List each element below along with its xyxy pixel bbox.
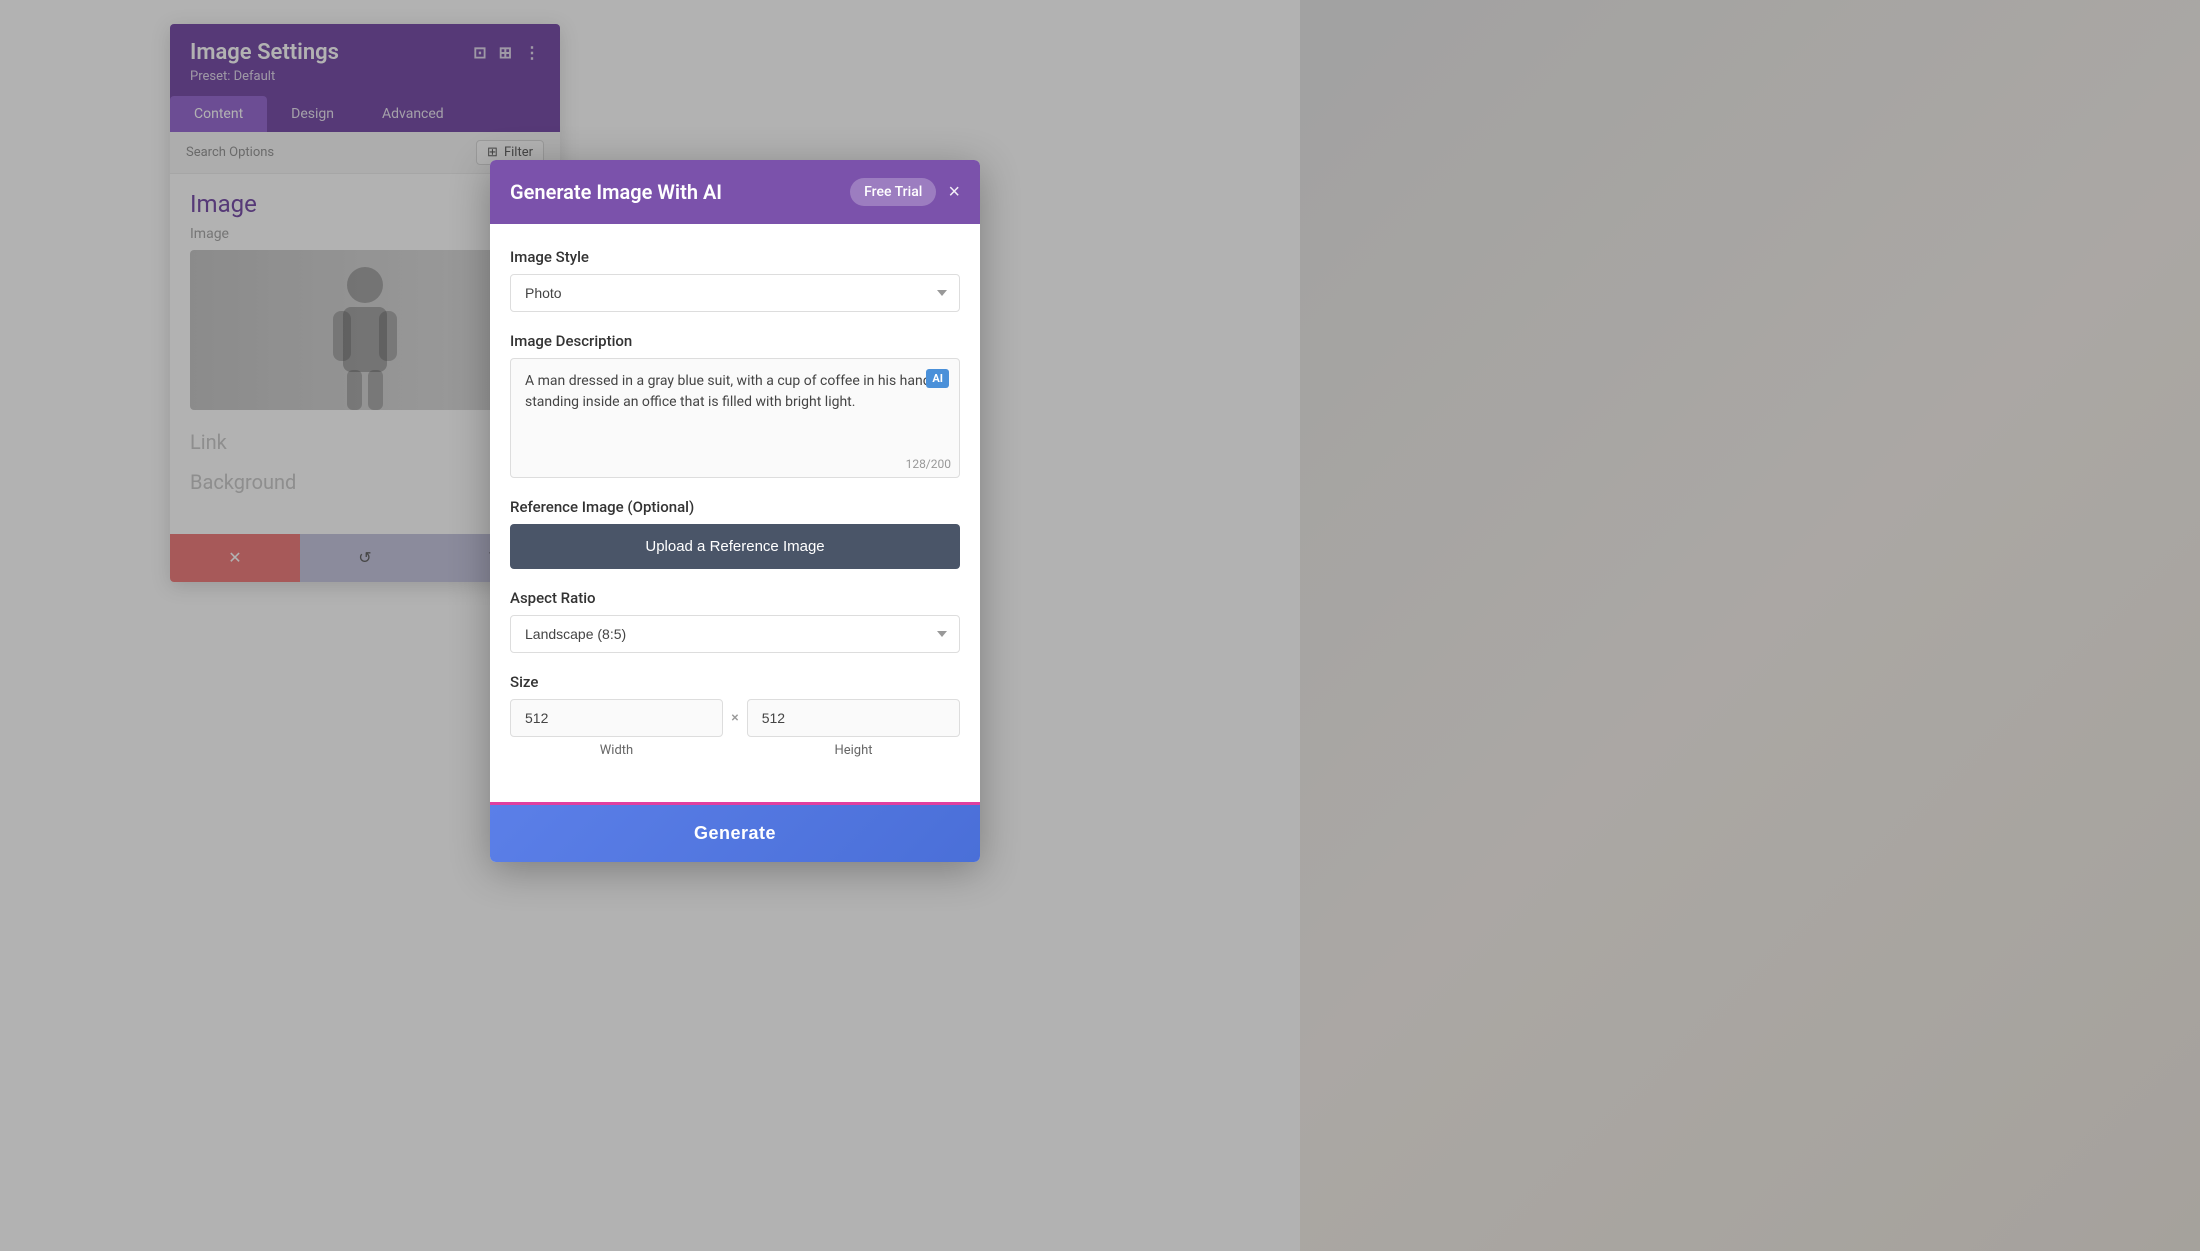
size-labels: Width Height [510, 743, 960, 758]
width-label: Width [510, 743, 723, 758]
modal-footer: Generate [490, 802, 980, 862]
char-count: 128/200 [511, 453, 959, 477]
image-description-label: Image Description [510, 332, 960, 350]
image-description-textarea[interactable]: A man dressed in a gray blue suit, with … [511, 359, 959, 449]
textarea-wrapper: A man dressed in a gray blue suit, with … [510, 358, 960, 478]
modal-close-button[interactable]: × [948, 182, 960, 202]
upload-reference-button[interactable]: Upload a Reference Image [510, 524, 960, 569]
image-style-group: Image Style Photo Illustration Painting … [510, 248, 960, 312]
size-x-separator: × [731, 710, 738, 726]
modal-title: Generate Image With AI [510, 180, 722, 204]
reference-image-label: Reference Image (Optional) [510, 498, 960, 516]
image-style-label: Image Style [510, 248, 960, 266]
ai-badge: AI [926, 369, 949, 388]
height-label: Height [747, 743, 960, 758]
generate-image-modal: Generate Image With AI Free Trial × Imag… [490, 160, 980, 862]
aspect-ratio-label: Aspect Ratio [510, 589, 960, 607]
size-group: Size × Width Height [510, 673, 960, 758]
height-input[interactable] [747, 699, 960, 737]
image-style-select[interactable]: Photo Illustration Painting 3D Sketch [510, 274, 960, 312]
size-spacer [723, 743, 747, 758]
generate-button[interactable]: Generate [490, 805, 980, 862]
free-trial-badge: Free Trial [850, 178, 936, 206]
modal-header-right: Free Trial × [850, 178, 960, 206]
aspect-ratio-group: Aspect Ratio Landscape (8:5) Portrait (5… [510, 589, 960, 653]
modal-overlay[interactable] [0, 0, 2200, 1251]
size-label: Size [510, 673, 960, 691]
size-row: × [510, 699, 960, 737]
width-input[interactable] [510, 699, 723, 737]
reference-image-group: Reference Image (Optional) Upload a Refe… [510, 498, 960, 569]
image-description-group: Image Description A man dressed in a gra… [510, 332, 960, 478]
modal-header: Generate Image With AI Free Trial × [490, 160, 980, 224]
modal-body: Image Style Photo Illustration Painting … [490, 224, 980, 802]
aspect-ratio-select[interactable]: Landscape (8:5) Portrait (5:8) Square (1… [510, 615, 960, 653]
